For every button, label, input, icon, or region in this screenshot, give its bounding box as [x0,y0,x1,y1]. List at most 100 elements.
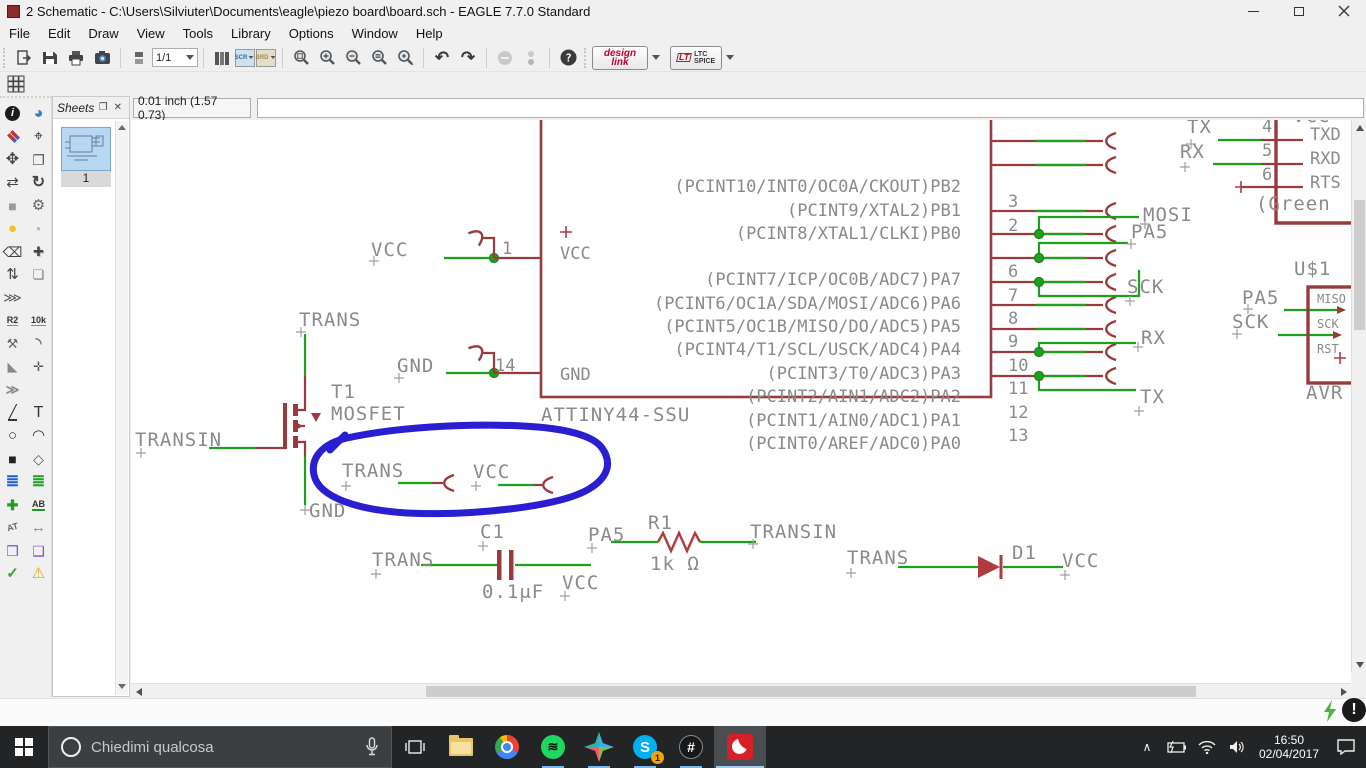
attribute-icon[interactable]: AT [0,516,25,539]
erc-frame-icon[interactable]: ❒ [0,539,25,562]
zoom-in-button[interactable] [314,46,340,70]
net-label-pa5[interactable]: PA5 [588,525,625,545]
vertical-scroll-thumb[interactable] [1354,200,1365,330]
copy-icon[interactable]: ❐ [26,148,51,171]
zoom-out-button[interactable] [340,46,366,70]
open-file-button[interactable] [11,46,37,70]
use-library-button[interactable] [209,46,235,70]
design-link-button[interactable]: design link [592,45,648,70]
taskbar-chrome[interactable] [484,726,530,768]
part-value-u1[interactable]: AVR [1306,383,1343,403]
part-name-t1[interactable]: T1 [331,382,356,402]
print-button[interactable] [63,46,89,70]
add-part-icon[interactable]: ✚ [26,240,51,263]
net-label-u1-pa5[interactable]: PA5 [1242,288,1279,308]
net-label-trans-top[interactable]: TRANS [299,310,361,330]
horizontal-scrollbar[interactable] [131,683,1351,698]
chip-name-label[interactable]: ATTINY44-SSU [541,405,690,425]
net-label-u1-sck[interactable]: SCK [1232,312,1269,332]
sheet-thumb-button[interactable] [126,46,152,70]
net-label-circle-trans[interactable]: TRANS [342,461,404,481]
wrench-change-icon[interactable]: ⚙ [26,194,51,217]
net-label-circle-vcc[interactable]: VCC [473,462,510,482]
zoom-redraw-button[interactable] [366,46,392,70]
tray-chevron-button[interactable]: ∧ [1132,740,1162,754]
maximize-button[interactable] [1276,0,1321,22]
taskbar-pinwheel-app[interactable] [576,726,622,768]
cortana-search-box[interactable]: Chiedimi qualcosa [48,726,392,768]
part-value-t1[interactable]: MOSFET [331,404,406,424]
name-tool-icon[interactable]: R2 [0,309,25,332]
d1-diode-symbol[interactable] [898,555,1063,579]
net-label-gnd-bottom[interactable]: GND [309,501,346,521]
taskbar-eagle-active[interactable] [714,726,766,768]
menu-item[interactable]: Draw [79,24,127,43]
option-dot-icon[interactable]: • [26,217,51,240]
scroll-right-button[interactable] [1336,684,1351,699]
part-name-r1[interactable]: R1 [648,513,673,533]
taskbar-skype[interactable]: S 1 [622,726,668,768]
scroll-up-icon[interactable] [118,125,126,130]
part-value-c1[interactable]: 0.1μF [482,582,544,602]
split-icon[interactable]: ✛ [26,355,51,378]
menu-item[interactable]: Library [222,24,280,43]
label-icon[interactable]: AB [26,493,51,516]
group-icon[interactable]: ■ [0,194,25,217]
scroll-left-button[interactable] [131,684,146,699]
net-label-sck-right[interactable]: SCK [1127,277,1164,297]
net-label-rx-right[interactable]: RX [1141,328,1166,348]
menu-item[interactable]: Window [343,24,407,43]
mark-icon[interactable]: ⌖ [26,125,51,148]
show-eye-icon[interactable]: ◕ [26,102,51,125]
volume-button[interactable] [1222,740,1252,754]
wire-icon[interactable]: ╱ [0,401,25,424]
miter-icon[interactable]: ◝ [26,332,51,355]
r1-resistor-symbol[interactable] [611,530,756,554]
part-name-d1[interactable]: D1 [1012,543,1037,563]
command-input[interactable] [257,98,1364,118]
vertical-scrollbar[interactable] [1351,120,1366,672]
smash-icon[interactable]: ⚒ [0,332,25,355]
alert-exclamation-icon[interactable]: ! [1342,698,1366,722]
grid-button[interactable] [3,72,29,96]
delete-trash-icon[interactable]: ⌫ [0,240,25,263]
part-name-c1[interactable]: C1 [480,522,505,542]
bus-icon[interactable]: ≣ [0,470,25,493]
net-label-gnd-pin14[interactable]: GND [397,356,434,376]
value-tool-icon[interactable]: 10k [26,309,51,332]
horizontal-scroll-thumb[interactable] [426,686,1196,697]
design-link-dropdown[interactable] [648,46,664,70]
net-label-c1-trans[interactable]: TRANS [372,550,434,570]
errors-check-icon[interactable]: ✓ [0,562,25,585]
net-label-rx-top[interactable]: RX [1180,142,1205,162]
redo-button[interactable]: ↷ [455,46,481,70]
net-label-transin-left[interactable]: TRANSIN [135,430,222,450]
zoom-select-button[interactable] [392,46,418,70]
net-label-pa5-right[interactable]: PA5 [1131,222,1168,242]
taskbar-file-explorer[interactable] [438,726,484,768]
polygon-corner-icon[interactable]: ◣ [0,355,25,378]
tray-clock[interactable]: 16:50 02/04/2017 [1252,733,1326,761]
gateswap-icon[interactable]: ⋙ [0,286,25,309]
export-image-button[interactable] [89,46,115,70]
float-panel-icon[interactable]: ❐ [96,102,111,113]
pinswap-icon[interactable]: ⇅ [0,263,25,286]
move-icon[interactable]: ✥ [0,148,25,171]
net-label-d1-trans[interactable]: TRANS [847,548,909,568]
wifi-button[interactable] [1192,740,1222,754]
action-center-button[interactable] [1326,739,1366,755]
menu-item[interactable]: View [128,24,174,43]
taskbar-sharex[interactable]: # [668,726,714,768]
save-button[interactable] [37,46,63,70]
open-board-button[interactable]: BRD [256,48,276,67]
text-icon[interactable]: T [26,401,51,424]
battery-button[interactable] [1162,741,1192,753]
optimize-icon[interactable]: ≫ [0,378,25,401]
net-label-vcc-pin1[interactable]: VCC [371,240,408,260]
net-label-c1-vcc[interactable]: VCC [562,573,599,593]
menu-item[interactable]: Tools [174,24,222,43]
net-label-d1-vcc[interactable]: VCC [1062,551,1099,571]
undo-button[interactable]: ↶ [429,46,455,70]
help-button[interactable]: ? [555,46,581,70]
warning-icon[interactable]: ⚠ [26,562,51,585]
